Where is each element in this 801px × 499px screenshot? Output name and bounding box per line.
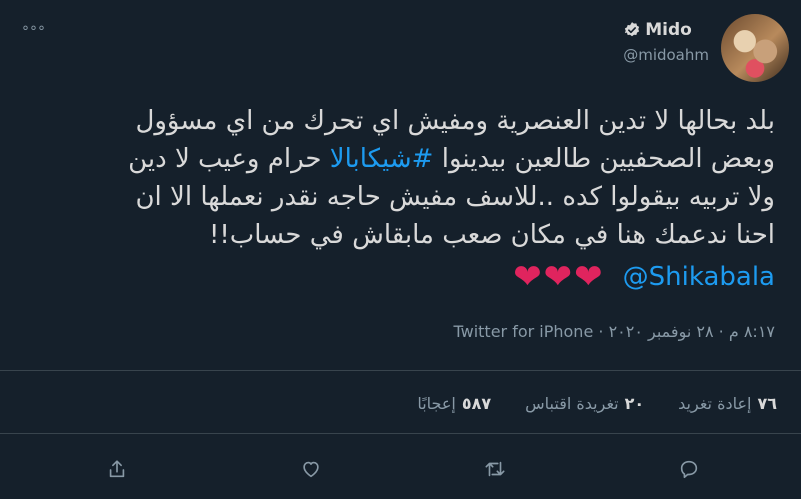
like-icon [303, 461, 319, 478]
tweet-line-5: @Shikabala ❤❤❤ [15, 258, 775, 296]
retweet-button[interactable] [478, 452, 512, 486]
tweet-text: بلد بحالها لا تدين العنصرية ومفيش اي تحر… [15, 102, 775, 296]
tweet-line-1: بلد بحالها لا تدين العنصرية ومفيش اي تحر… [135, 106, 775, 136]
hearts-emoji: ❤❤❤ [513, 257, 605, 297]
retweets-count: ٧٦ [757, 394, 777, 413]
like-button[interactable] [294, 452, 328, 486]
share-button[interactable] [100, 452, 134, 486]
author-names: Mido @midoahm [623, 20, 709, 64]
tweet-author: Mido @midoahm [623, 14, 789, 82]
tweet-line-4: احنا ندعمك هنا في مكان صعب مابقاش في حسا… [208, 220, 775, 250]
author-handle[interactable]: @midoahm [623, 46, 709, 64]
retweet-icon [485, 461, 505, 477]
hashtag-link[interactable]: #شيكابالا [330, 144, 434, 174]
retweets-stat[interactable]: ٧٦ إعادة تغريد [678, 394, 777, 413]
likes-label: إعجابًا [417, 394, 456, 413]
tweet-line-2-start: وبعض الصحفيين طالعين بيدينوا [441, 144, 775, 174]
quotes-count: ٢٠ [624, 394, 645, 413]
reply-button[interactable] [672, 452, 706, 486]
retweets-label: إعادة تغريد [678, 394, 752, 413]
divider [0, 433, 801, 434]
mention-link[interactable]: @Shikabala [623, 258, 775, 296]
tweet-line-2: وبعض الصحفيين طالعين بيدينوا #شيكابالا ح… [15, 140, 775, 178]
verified-badge-icon [625, 22, 640, 37]
quotes-stat[interactable]: ٢٠ تغريدة اقتباس [525, 394, 644, 413]
likes-count: ٥٨٧ [461, 394, 492, 413]
more-options-button[interactable]: °°° [22, 24, 46, 40]
quotes-label: تغريدة اقتباس [525, 394, 619, 413]
likes-stat[interactable]: ٥٨٧ إعجابًا [417, 394, 491, 413]
reply-icon [680, 460, 698, 479]
tweet-line-2-end: حرام وعيب لا دين [128, 144, 322, 174]
action-bar [0, 452, 801, 486]
tweet-meta[interactable]: ٨:١٧ م · ٢٨ نوفمبر ٢٠٢٠ · Twitter for iP… [453, 322, 775, 341]
avatar[interactable] [721, 14, 789, 82]
author-name-row: Mido [623, 20, 709, 40]
tweet-line-3: ولا تربيه بيقولوا كده ..للاسف مفيش حاجه … [135, 182, 775, 212]
share-icon [109, 460, 125, 478]
author-name[interactable]: Mido [645, 20, 692, 40]
tweet-stats: ٧٦ إعادة تغريد ٢٠ تغريدة اقتباس ٥٨٧ إعجابًا [417, 394, 777, 413]
divider [0, 370, 801, 371]
